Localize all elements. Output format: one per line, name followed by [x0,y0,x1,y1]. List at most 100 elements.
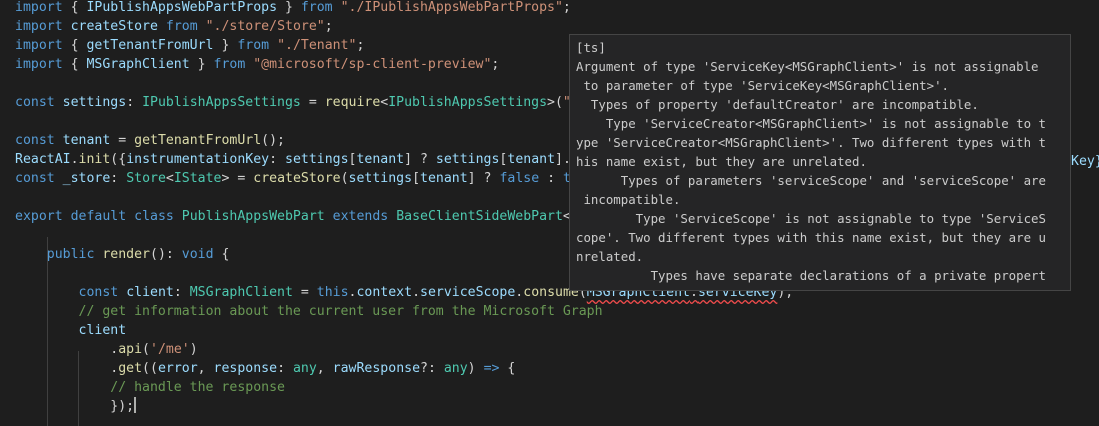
code-line[interactable]: const settings: IPublishAppsSettings = r… [15,93,587,112]
code-token: error [157,361,198,376]
code-token: { [62,57,87,72]
code-token: tenant [507,152,556,167]
code-token: { [499,361,516,376]
code-token: : [126,95,143,110]
code-line[interactable]: // handle the response [15,378,285,397]
code-token: ; [324,19,333,34]
code-token: import [15,57,63,72]
code-token: ; [562,0,571,15]
code-token: '/me' [150,342,190,357]
code-token: settings [348,171,413,186]
code-token: getTenantFromUrl [86,38,214,53]
code-token: . [15,361,119,376]
code-line[interactable]: // get information about the current use… [15,302,603,321]
code-token: (( [142,361,158,376]
code-token: settings [62,95,127,110]
code-token: client [126,285,174,300]
code-token: export [15,209,63,224]
code-token: IPublishAppsSettings [142,95,301,110]
code-token: tenant [420,171,468,186]
code-line[interactable]: import { IPublishAppsWebPartProps } from… [15,0,571,17]
code-token: : [269,152,285,167]
hover-language-tag: [ts] [576,40,606,55]
code-token: from [213,57,246,72]
code-token: ; [491,57,500,72]
code-token: : [539,171,563,186]
code-token: false [499,171,540,186]
hover-message-line: Argument of type 'ServiceKey<MSGraphClie… [576,59,1039,74]
code-token: // get information about the current use… [78,304,603,319]
code-token: { [62,0,87,15]
code-line[interactable]: client [15,321,127,340]
code-line[interactable]: import { MSGraphClient } from "@microsof… [15,55,499,74]
code-token: const [78,285,119,300]
code-token: ) [467,361,484,376]
code-line[interactable]: import { getTenantFromUrl } from "./Tena… [15,36,364,55]
code-token: => [483,361,500,376]
code-token: . [70,152,79,167]
code-token: IState [173,171,222,186]
code-token: serviceScope [420,285,516,300]
code-line[interactable]: import createStore from "./store/Store"; [15,17,333,36]
code-token: PublishAppsWebPart [181,209,325,224]
code-token: . [15,342,119,357]
code-token: import [15,38,63,53]
code-token: client [78,323,127,338]
hover-message-line: his name exist, but they are unrelated. [576,154,867,169]
code-token: tenant [356,152,405,167]
code-token: MSGraphClient [189,285,293,300]
code-line[interactable]: }); [15,397,137,416]
code-token: < [165,171,174,186]
hover-message-line: incompatible. [576,192,681,207]
code-line[interactable]: .get((error, response: any, rawResponse?… [15,359,515,378]
code-token: ] ? [467,171,500,186]
code-token: = [110,133,135,148]
code-token: [ [412,171,421,186]
code-line[interactable]: ReactAI.init({instrumentationKey: settin… [15,150,587,169]
code-token: : [110,171,127,186]
code-token: { [62,38,87,53]
code-token: . [412,285,421,300]
code-token: settings [285,152,349,167]
code-token: ( [340,171,349,186]
code-token: response [213,361,278,376]
code-line[interactable]: export default class PublishAppsWebPart … [15,207,587,226]
error-hover-tooltip: [ts] Argument of type 'ServiceKey<MSGraph… [569,34,1071,291]
hover-message-line: Types of property 'defaultCreator' are i… [576,97,979,112]
code-token: import [15,19,63,34]
code-line[interactable]: const tenant = getTenantFromUrl(); [15,131,285,150]
code-token: const [15,95,55,110]
code-token: "./store/Store" [205,19,325,34]
code-token: // handle the response [110,380,285,395]
code-line[interactable]: public render(): void { [15,245,230,264]
code-token: init [78,152,111,167]
code-token: tenant [62,133,111,148]
code-line[interactable]: .api('/me') [15,340,197,359]
code-token: IPublishAppsWebPartProps [86,0,278,15]
code-token: = [292,285,317,300]
code-token: void [181,247,214,262]
code-token: any [292,361,317,376]
code-token: createStore [253,171,341,186]
code-token: : [277,361,293,376]
code-token: get [118,361,143,376]
code-token: import [15,0,63,15]
code-overflow-fragment: Key} [1071,154,1099,169]
code-token: ( [142,342,150,357]
hover-message-line: nrelated. [576,249,644,264]
code-token: _store [62,171,111,186]
code-token: } [189,57,214,72]
code-token: from [300,0,333,15]
code-token: ; [356,38,365,53]
code-line[interactable]: const _store: Store<IState> = createStor… [15,169,587,188]
code-token: require [324,95,381,110]
